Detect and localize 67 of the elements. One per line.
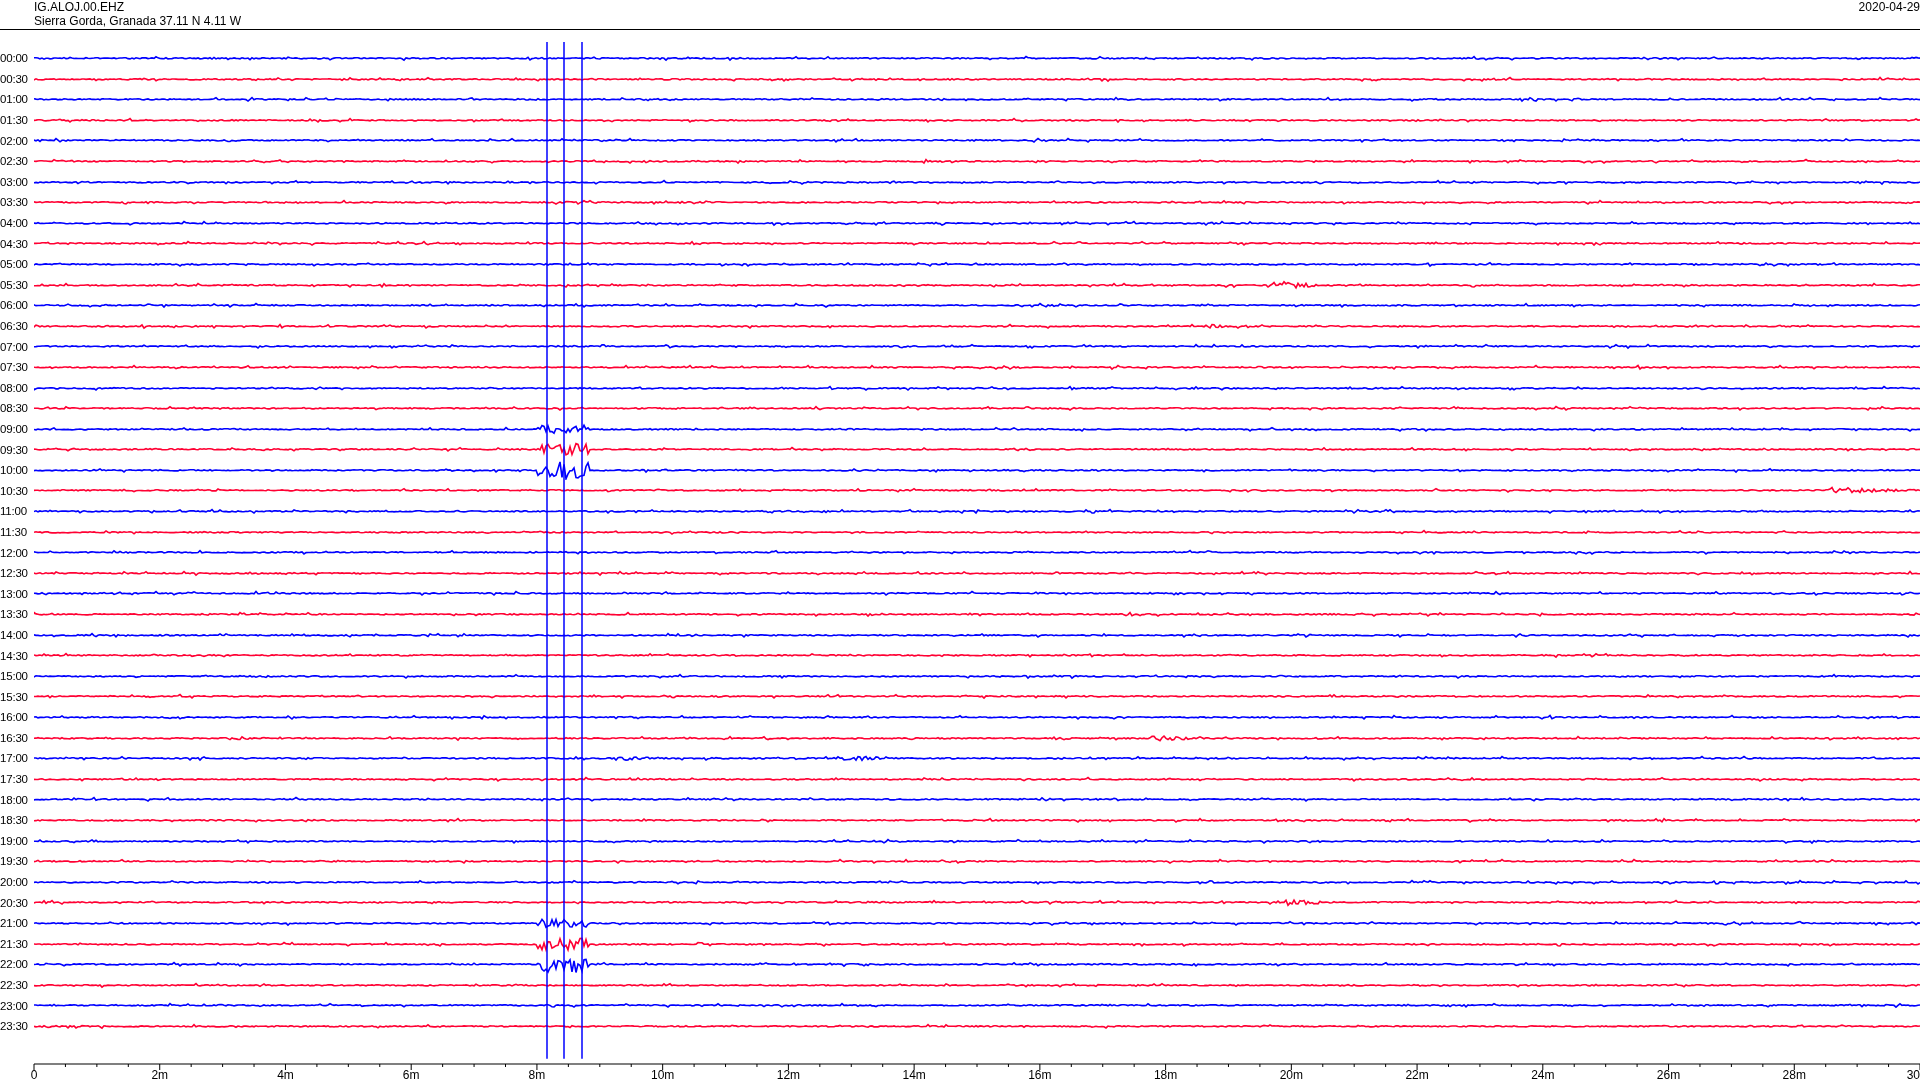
time-label: 17:30	[0, 773, 29, 786]
station-location: Sierra Gorda, Granada 37.11 N 4.11 W	[34, 14, 241, 28]
tick-label: 24m	[1531, 1067, 1555, 1080]
time-label: 02:00	[0, 134, 29, 147]
tick-label: 26m	[1656, 1067, 1681, 1080]
station-code: IG.ALOJ.00.EHZ	[34, 0, 126, 14]
time-label: 16:00	[0, 711, 29, 724]
time-label: 13:30	[0, 608, 29, 621]
time-label: 08:00	[0, 381, 29, 394]
time-label: 09:30	[0, 443, 29, 456]
time-label: 14:30	[0, 649, 29, 662]
time-label: 23:00	[0, 999, 29, 1012]
time-label: 06:00	[0, 299, 29, 312]
tick-label: 30	[1906, 1067, 1920, 1080]
time-label: 07:30	[0, 361, 29, 374]
tick-label: 22m	[1405, 1067, 1429, 1080]
time-label: 01:30	[0, 114, 29, 127]
tick-label: 0	[30, 1067, 38, 1080]
tick-label: 6m	[402, 1067, 420, 1080]
time-label: 21:30	[0, 937, 29, 950]
tick-label: 10m	[651, 1067, 675, 1080]
time-label: 05:00	[0, 258, 29, 271]
tick-label: 20m	[1279, 1067, 1303, 1080]
time-label: 05:30	[0, 278, 29, 291]
time-label: 15:30	[0, 690, 29, 703]
time-label: 12:30	[0, 567, 29, 580]
time-label: 04:00	[0, 217, 29, 230]
time-label: 14:00	[0, 628, 29, 641]
time-label: 11:30	[0, 525, 28, 538]
tick-label: 4m	[277, 1067, 294, 1080]
time-label: 02:30	[0, 155, 29, 168]
time-label: 01:00	[0, 93, 29, 106]
time-label: 23:30	[0, 1020, 29, 1033]
plot-date: 2020-04-29	[1858, 0, 1920, 16]
tick-label: 2m	[151, 1067, 169, 1080]
time-label: 16:30	[0, 731, 29, 744]
time-label: 19:00	[0, 834, 29, 847]
time-label: 11:00	[0, 505, 28, 518]
tick-label: 8m	[528, 1067, 546, 1080]
time-label: 00:30	[0, 72, 29, 85]
time-label: 20:30	[0, 896, 29, 909]
time-label: 22:00	[0, 958, 29, 971]
tick-label: 18m	[1153, 1067, 1178, 1080]
time-label: 10:00	[0, 464, 29, 477]
time-label: 21:00	[0, 917, 29, 930]
time-label: 04:30	[0, 237, 29, 250]
tick-label: 16m	[1028, 1067, 1052, 1080]
tick-label: 14m	[902, 1067, 926, 1080]
time-label: 20:00	[0, 876, 29, 889]
time-label: 18:30	[0, 814, 29, 827]
time-label: 12:00	[0, 546, 29, 559]
time-label: 10:30	[0, 484, 29, 497]
time-label: 19:30	[0, 855, 29, 868]
time-label: 15:00	[0, 670, 29, 683]
time-label: 08:30	[0, 402, 29, 415]
tick-label: 12m	[776, 1067, 801, 1080]
time-label: 03:30	[0, 196, 29, 209]
time-label: 03:00	[0, 175, 29, 188]
time-label: 18:00	[0, 793, 29, 806]
time-label: 17:00	[0, 752, 29, 765]
time-label: 22:30	[0, 979, 29, 991]
time-label: 09:00	[0, 423, 29, 435]
time-label: 00:00	[0, 52, 29, 65]
time-label: 07:00	[0, 340, 29, 353]
time-label: 13:00	[0, 587, 29, 600]
tick-label: 28m	[1782, 1067, 1806, 1080]
time-label: 06:30	[0, 320, 29, 332]
